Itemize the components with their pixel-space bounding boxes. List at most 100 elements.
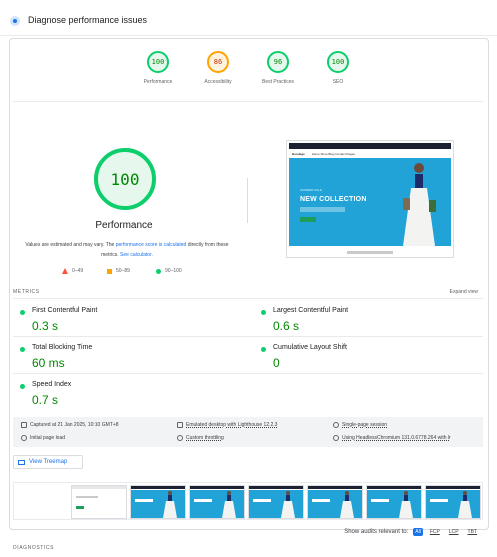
frame-topbar — [426, 486, 480, 489]
filter-all-chip[interactable]: All — [413, 528, 423, 536]
legend-pass: 90–100 — [156, 268, 182, 274]
frame-topbar — [131, 486, 185, 489]
frame-headline — [135, 499, 153, 502]
metric-name: Total Blocking Time — [32, 344, 93, 351]
metrics-heading: METRICS — [13, 289, 40, 295]
performance-title: Performance — [95, 220, 153, 231]
frame-headline — [312, 499, 330, 502]
pass-circle-icon — [20, 310, 25, 315]
metric-value: 0.7 s — [32, 393, 59, 407]
frame-headline — [430, 499, 448, 502]
calculator-link[interactable]: See calculator. — [120, 252, 153, 258]
preview-tagline: SUMMER SALE — [300, 188, 322, 192]
desktop-icon — [177, 422, 183, 428]
average-square-icon — [107, 268, 112, 274]
filmstrip-frame[interactable] — [71, 485, 127, 519]
run-info-throttling: Custom throttling — [177, 435, 224, 441]
frame-hero — [367, 490, 421, 518]
pass-circle-icon — [156, 268, 161, 274]
person-icon — [333, 422, 339, 428]
frame-hero — [426, 490, 480, 518]
metric-name: Cumulative Layout Shift — [273, 344, 347, 351]
metric-name: First Contentful Paint — [32, 307, 98, 314]
diagnostics-heading: DIAGNOSTICS — [13, 545, 55, 551]
preview-menu: Bondage Home Shop Blog Contact Pages — [289, 150, 451, 158]
frame-hero — [249, 490, 303, 518]
score-ring: 86 — [207, 51, 229, 73]
run-info-text[interactable]: Emulated desktop with Lighthouse 12.2.3 — [186, 422, 277, 428]
filmstrip-frame[interactable] — [366, 485, 422, 519]
legend-fail: 0–49 — [62, 268, 83, 274]
frame-hero — [308, 490, 362, 518]
filmstrip-frame[interactable] — [130, 485, 186, 519]
model-image — [163, 491, 177, 518]
gauge-label: SEO — [332, 79, 344, 85]
legend-average-label: 50–89 — [116, 268, 130, 274]
filmstrip-frame[interactable] — [425, 485, 481, 519]
section-title: Diagnose performance issues — [28, 15, 148, 25]
score-ring: 100 — [147, 51, 169, 73]
run-info-emulated: Emulated desktop with Lighthouse 12.2.3 — [177, 422, 277, 428]
frame-headline — [194, 499, 212, 502]
browser-icon — [333, 435, 339, 441]
frame-hero — [131, 490, 185, 518]
metric-value: 0.3 s — [32, 319, 59, 333]
metric-divider — [13, 373, 483, 374]
pass-circle-icon — [261, 310, 266, 315]
model-image — [222, 491, 236, 518]
run-info-text[interactable]: Custom throttling — [186, 435, 224, 441]
score-calculated-link[interactable]: performance score is calculated — [116, 242, 187, 248]
metric-divider — [13, 336, 483, 337]
frame-topbar — [249, 486, 303, 489]
pass-circle-icon — [20, 384, 25, 389]
filter-lcp-chip[interactable]: LCP — [447, 528, 461, 536]
frame-headline — [253, 499, 271, 502]
vertical-divider — [247, 178, 248, 223]
expand-view-toggle[interactable]: Expand view — [450, 289, 478, 295]
frame-hero — [190, 490, 244, 518]
audits-filter: Show audits relevant to: All FCP LCP TBT — [344, 528, 479, 536]
filmstrip — [13, 482, 483, 520]
preview-headline: NEW COLLECTION — [300, 196, 367, 203]
score-ring: 100 — [327, 51, 349, 73]
section-header: Diagnose performance issues — [0, 0, 497, 36]
run-info-text: Captured at 21 Jan 2025, 10:10 GMT+8 — [30, 422, 119, 428]
filmstrip-frame[interactable] — [248, 485, 304, 519]
model-image — [458, 491, 472, 518]
filter-tbt-chip[interactable]: TBT — [466, 528, 479, 536]
run-info-text[interactable]: Single-page session — [342, 422, 387, 428]
run-info-panel: Captured at 21 Jan 2025, 10:10 GMT+8 Emu… — [13, 417, 483, 447]
view-treemap-button[interactable]: View Treemap — [13, 455, 83, 469]
legend-average: 50–89 — [107, 268, 130, 274]
frame-topbar — [190, 486, 244, 489]
calendar-icon — [21, 422, 27, 428]
metric-value: 60 ms — [32, 356, 65, 370]
metrics-divider — [13, 298, 483, 299]
score-ring: 96 — [267, 51, 289, 73]
filter-fcp-chip[interactable]: FCP — [428, 528, 442, 536]
gauge-seo[interactable]: 100 SEO — [303, 51, 373, 85]
divider — [13, 101, 483, 102]
run-info-text[interactable]: Using HeadlessChromium 131.0.6778.264 wi… — [342, 435, 451, 441]
frame-topbar — [308, 486, 362, 489]
fail-triangle-icon — [62, 268, 68, 274]
filmstrip-frame[interactable] — [307, 485, 363, 519]
preview-subtext — [300, 207, 345, 212]
model-image — [399, 491, 413, 518]
metric-value: 0.6 s — [273, 319, 300, 333]
legend-pass-label: 90–100 — [165, 268, 182, 274]
preview-hero: SUMMER SALE NEW COLLECTION — [289, 158, 451, 246]
frame-button — [76, 506, 84, 509]
timer-icon — [21, 435, 27, 441]
model-image — [281, 491, 295, 518]
run-info-captured: Captured at 21 Jan 2025, 10:10 GMT+8 — [21, 422, 119, 428]
audits-filter-label: Show audits relevant to: — [344, 529, 409, 535]
note-text: Values are estimated and may vary. The — [25, 242, 116, 248]
performance-note: Values are estimated and may vary. The p… — [22, 240, 232, 260]
legend-fail-label: 0–49 — [72, 268, 84, 274]
metric-name: Speed Index — [32, 381, 72, 388]
run-info-load: Initial page load — [21, 435, 65, 441]
filmstrip-frame[interactable] — [189, 485, 245, 519]
model-image — [403, 163, 436, 246]
metric-value: 0 — [273, 356, 280, 370]
